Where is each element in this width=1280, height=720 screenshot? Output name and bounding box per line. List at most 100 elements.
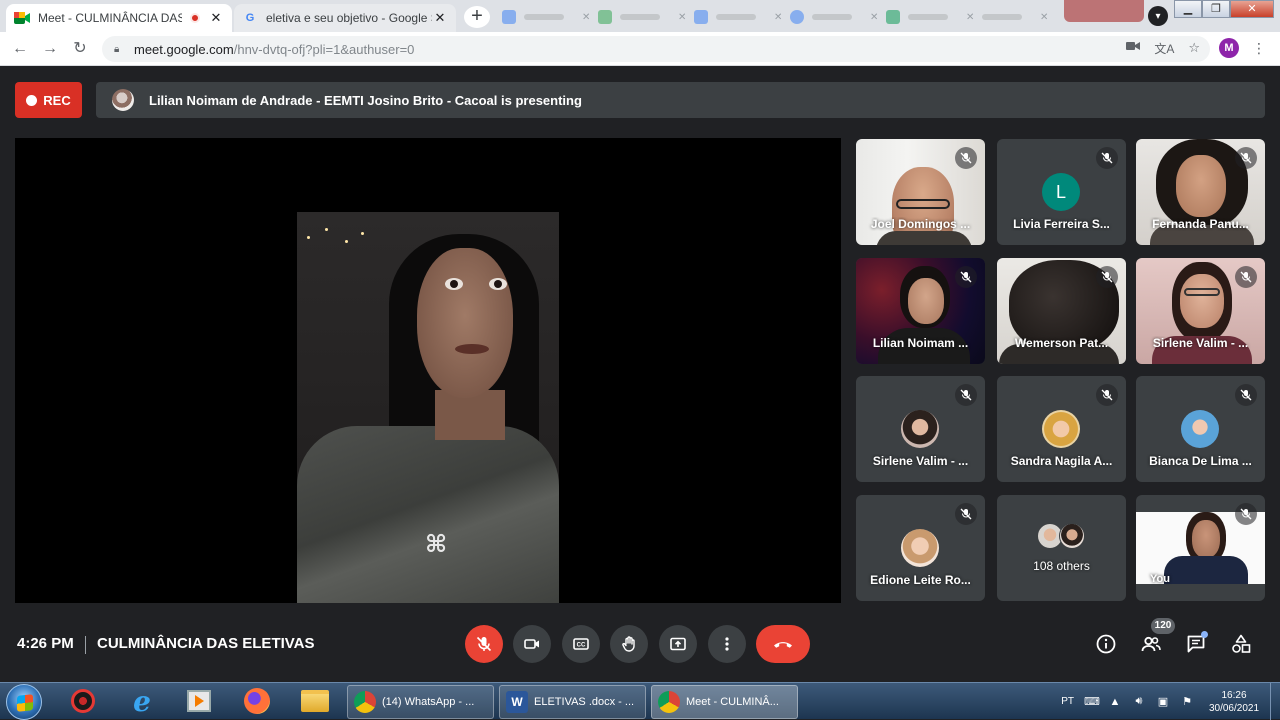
info-icon	[1096, 634, 1116, 654]
translate-icon[interactable]: 文A	[1154, 40, 1174, 57]
file-explorer-icon[interactable]	[300, 686, 330, 716]
back-arrow-icon[interactable]: ←	[9, 38, 31, 60]
maximize-button[interactable]: ❐	[1202, 0, 1230, 18]
background-tab[interactable]: ✕	[790, 8, 878, 26]
profile-avatar[interactable]: M	[1219, 38, 1239, 58]
chrome-icon	[658, 691, 680, 713]
action-center-flag-icon[interactable]: ⚑	[1180, 695, 1194, 708]
google-icon: G	[245, 12, 255, 24]
participant-tile[interactable]: L Livia Ferreira S...	[997, 139, 1126, 245]
google-meet-icon	[14, 10, 30, 26]
participant-name: Lilian Noimam ...	[872, 336, 969, 350]
taskbar-whatsapp[interactable]: (14) WhatsApp - ...	[347, 685, 494, 719]
main-video-feed[interactable]: ⌘	[15, 138, 841, 603]
close-window-button[interactable]: ✕	[1230, 0, 1274, 18]
participant-tile[interactable]: Sirlene Valim - ...	[1136, 258, 1265, 364]
media-player-icon[interactable]	[184, 686, 214, 716]
microphone-muted-icon	[955, 147, 977, 169]
background-tab[interactable]: ✕	[694, 8, 782, 26]
presenting-text: Lilian Noimam de Andrade - EEMTI Josino …	[149, 92, 582, 108]
clock-date: 30/06/2021	[1208, 702, 1260, 714]
tab-google-search[interactable]: G eletiva e seu objetivo - Google S ✕	[234, 4, 456, 32]
tab-meet[interactable]: Meet - CULMINÂNCIA DAS E ✕	[6, 4, 232, 32]
participant-name: Joel Domingos ...	[870, 217, 971, 231]
background-tab[interactable]: ✕	[502, 8, 590, 26]
start-button[interactable]	[6, 684, 42, 720]
raise-hand-button[interactable]	[610, 625, 648, 663]
meeting-details-button[interactable]	[1094, 632, 1118, 656]
divider	[85, 636, 86, 654]
firefox-icon[interactable]	[242, 686, 272, 716]
background-tab[interactable]: ✕	[598, 8, 686, 26]
background-tab[interactable]: ✕	[982, 8, 1048, 26]
participant-count-badge: 120	[1151, 618, 1175, 634]
more-options-button[interactable]	[708, 625, 746, 663]
activities-button[interactable]	[1229, 632, 1253, 656]
participant-photo-avatar	[1042, 410, 1080, 448]
participant-tile[interactable]: Bianca De Lima ...	[1136, 376, 1265, 482]
keyboard-icon[interactable]: ⌨	[1084, 695, 1100, 708]
show-desktop-button[interactable]	[1270, 683, 1280, 720]
tab-search-chevron-icon[interactable]: ▾	[1148, 6, 1168, 26]
participant-tile[interactable]: Fernanda Panu...	[1136, 139, 1265, 245]
activities-shapes-icon	[1232, 634, 1251, 653]
people-button[interactable]	[1139, 632, 1163, 656]
show-hidden-icons-icon[interactable]: ▲	[1108, 696, 1122, 708]
input-language[interactable]: PT	[1061, 696, 1074, 707]
pinned-app-icon[interactable]	[68, 686, 98, 716]
microphone-off-icon	[476, 636, 492, 652]
participant-tile[interactable]: Wemerson Pat...	[997, 258, 1126, 364]
microphone-muted-icon	[955, 384, 977, 406]
participant-tile[interactable]: Sirlene Valim - ...	[856, 376, 985, 482]
microphone-muted-icon	[955, 503, 977, 525]
background-tab[interactable]	[1064, 0, 1144, 22]
taskbar-meet[interactable]: Meet - CULMINÂ...	[651, 685, 798, 719]
background-lights	[297, 218, 377, 258]
participant-name: Bianca De Lima ...	[1149, 454, 1252, 468]
rec-label: REC	[43, 92, 71, 108]
presenter-video-image: ⌘	[297, 212, 559, 603]
system-clock[interactable]: 16:26 30/06/2021	[1204, 689, 1264, 715]
captions-button[interactable]: CC	[562, 625, 600, 663]
microphone-muted-icon	[955, 266, 977, 288]
recording-button[interactable]: REC	[15, 82, 82, 118]
browser-menu-icon[interactable]: ⋮	[1252, 38, 1266, 58]
forward-arrow-icon[interactable]: →	[39, 38, 61, 60]
browser-toolbar: ← → ↻ 🔒︎ meet.google.com/hnv-dvtq-ofj?pl…	[0, 32, 1280, 66]
camera-permission-icon[interactable]	[1126, 40, 1141, 57]
task-label: ELETIVAS .docx - ...	[534, 696, 635, 708]
close-tab-icon[interactable]: ✕	[208, 10, 224, 26]
bookmark-star-icon[interactable]: ☆	[1188, 40, 1200, 57]
participant-name: Sirlene Valim - ...	[1152, 336, 1249, 350]
self-label: You	[1150, 573, 1170, 585]
toggle-camera-button[interactable]	[513, 625, 551, 663]
participant-tile[interactable]: Joel Domingos ...	[856, 139, 985, 245]
microphone-muted-icon	[1096, 384, 1118, 406]
participant-name: Wemerson Pat...	[1014, 336, 1109, 350]
participant-photo-avatar	[1181, 410, 1219, 448]
hand-icon	[622, 636, 635, 652]
unread-chat-dot	[1201, 631, 1208, 638]
volume-icon[interactable]: 🔊︎	[1132, 695, 1146, 708]
network-icon[interactable]: ▣	[1156, 695, 1170, 708]
participant-tile[interactable]: Edione Leite Ro...	[856, 495, 985, 601]
address-bar[interactable]: 🔒︎ meet.google.com/hnv-dvtq-ofj?pli=1&au…	[102, 36, 1210, 62]
leave-call-button[interactable]	[756, 625, 810, 663]
close-tab-icon[interactable]: ✕	[432, 10, 448, 26]
reload-icon[interactable]: ↻	[69, 38, 91, 60]
minimize-button[interactable]: ▁	[1174, 0, 1202, 18]
taskbar-word[interactable]: W ELETIVAS .docx - ...	[499, 685, 646, 719]
participant-tile[interactable]: Sandra Nagila A...	[997, 376, 1126, 482]
self-view-tile[interactable]: You	[1136, 495, 1265, 601]
participant-photo-avatar	[901, 529, 939, 567]
participant-name: Livia Ferreira S...	[1013, 217, 1110, 231]
new-tab-button[interactable]: +	[464, 6, 490, 28]
internet-explorer-icon[interactable]: e	[127, 685, 157, 718]
participant-name: Fernanda Panu...	[1152, 217, 1249, 231]
toggle-microphone-button[interactable]	[465, 625, 503, 663]
others-count: 108 others	[1033, 559, 1090, 573]
background-tab[interactable]: ✕	[886, 8, 974, 26]
others-tile[interactable]: 108 others	[997, 495, 1126, 601]
participant-tile[interactable]: Lilian Noimam ...	[856, 258, 985, 364]
present-screen-button[interactable]	[659, 625, 697, 663]
